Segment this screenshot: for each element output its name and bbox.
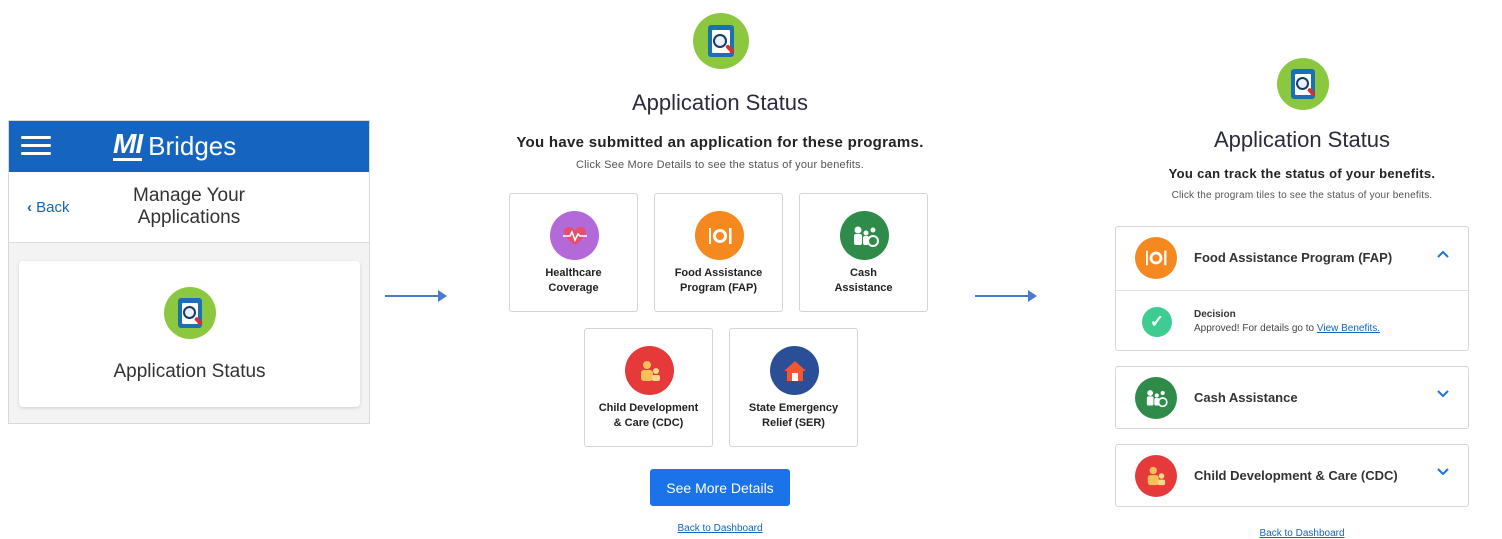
program-tile-child-development[interactable]: Child Development & Care (CDC): [584, 328, 713, 447]
application-status-card[interactable]: Application Status: [19, 261, 360, 407]
program-label: Food Assistance Program (FAP): [1194, 250, 1393, 265]
program-accordion-child-development: Child Development & Care (CDC): [1115, 444, 1469, 507]
tile-label: Child Development & Care (CDC): [598, 402, 699, 429]
plate-fork-knife-icon: [695, 211, 744, 260]
heart-pulse-icon: [550, 211, 599, 260]
card-label: Application Status: [113, 361, 266, 382]
flow-arrow-1: [385, 290, 447, 302]
program-tile-healthcare[interactable]: Healthcare Coverage: [509, 193, 638, 312]
brand-mi: MI: [113, 128, 143, 161]
tile-label: Cash Assistance: [834, 267, 893, 294]
chevron-up-icon[interactable]: [1434, 247, 1452, 265]
see-more-details-button[interactable]: See More Details: [650, 469, 790, 506]
house-icon: [770, 346, 819, 395]
tile-label: State Emergency Relief (SER): [748, 402, 839, 429]
mobile-screen-manage-applications: MI Bridges ‹ Back Manage Your Applicatio…: [8, 120, 370, 424]
chevron-down-icon[interactable]: [1434, 387, 1452, 405]
chevron-down-icon[interactable]: [1434, 465, 1452, 483]
header-bar: MI Bridges: [9, 121, 369, 172]
family-icon: [1135, 377, 1177, 419]
back-to-dashboard-link[interactable]: Back to Dashboard: [1202, 528, 1402, 539]
tile-label: Healthcare Coverage: [545, 267, 602, 294]
page-title: Application Status: [1213, 127, 1391, 152]
brand-name: Bridges: [148, 130, 237, 161]
page-instructions: Click See More Details to see the status…: [576, 159, 864, 171]
decision-title: Decision: [1194, 309, 1236, 320]
page-subtitle: You have submitted an application for th…: [516, 134, 924, 151]
application-status-icon: [164, 287, 216, 339]
application-status-icon: [1277, 58, 1329, 110]
parent-child-icon: [1135, 455, 1177, 497]
back-to-dashboard-link[interactable]: Back to Dashboard: [620, 523, 820, 534]
chevron-left-icon: ‹: [27, 199, 32, 216]
back-button[interactable]: ‹ Back: [27, 199, 70, 216]
decision-text: Approved! For details go to View Benefit…: [1194, 323, 1380, 334]
page-subtitle: You can track the status of your benefit…: [1168, 166, 1436, 181]
program-accordion-food-assistance: Food Assistance Program (FAP) ✓ Decision…: [1115, 226, 1469, 351]
decision-panel: ✓ Decision Approved! For details go to V…: [1116, 290, 1468, 350]
application-status-icon: [693, 13, 749, 69]
page-header: ‹ Back Manage Your Applications: [9, 172, 369, 243]
view-benefits-link[interactable]: View Benefits.: [1317, 323, 1380, 334]
program-label: Child Development & Care (CDC): [1194, 468, 1398, 483]
page-title: Manage Your Applications: [133, 185, 245, 228]
decision-message: Approved! For details go to: [1194, 323, 1315, 334]
program-accordion-cash-assistance: Cash Assistance: [1115, 366, 1469, 429]
mi-bridges-logo[interactable]: MI Bridges: [113, 127, 236, 165]
tile-label: Food Assistance Program (FAP): [674, 267, 763, 294]
accordion-header[interactable]: Cash Assistance: [1116, 367, 1468, 429]
page-instructions: Click the program tiles to see the statu…: [1171, 190, 1433, 201]
back-label: Back: [36, 199, 70, 216]
program-tile-cash-assistance[interactable]: Cash Assistance: [799, 193, 928, 312]
accordion-header[interactable]: Food Assistance Program (FAP): [1116, 227, 1468, 289]
parent-child-icon: [625, 346, 674, 395]
family-icon: [840, 211, 889, 260]
accordion-header[interactable]: Child Development & Care (CDC): [1116, 445, 1468, 507]
flow-arrow-2: [975, 290, 1037, 302]
program-tile-state-emergency-relief[interactable]: State Emergency Relief (SER): [729, 328, 858, 447]
hamburger-menu-icon[interactable]: [21, 133, 51, 159]
page-title: Application Status: [631, 90, 809, 115]
program-tile-food-assistance[interactable]: Food Assistance Program (FAP): [654, 193, 783, 312]
checkmark-icon: ✓: [1142, 307, 1172, 337]
plate-fork-knife-icon: [1135, 237, 1177, 279]
program-label: Cash Assistance: [1194, 390, 1298, 405]
